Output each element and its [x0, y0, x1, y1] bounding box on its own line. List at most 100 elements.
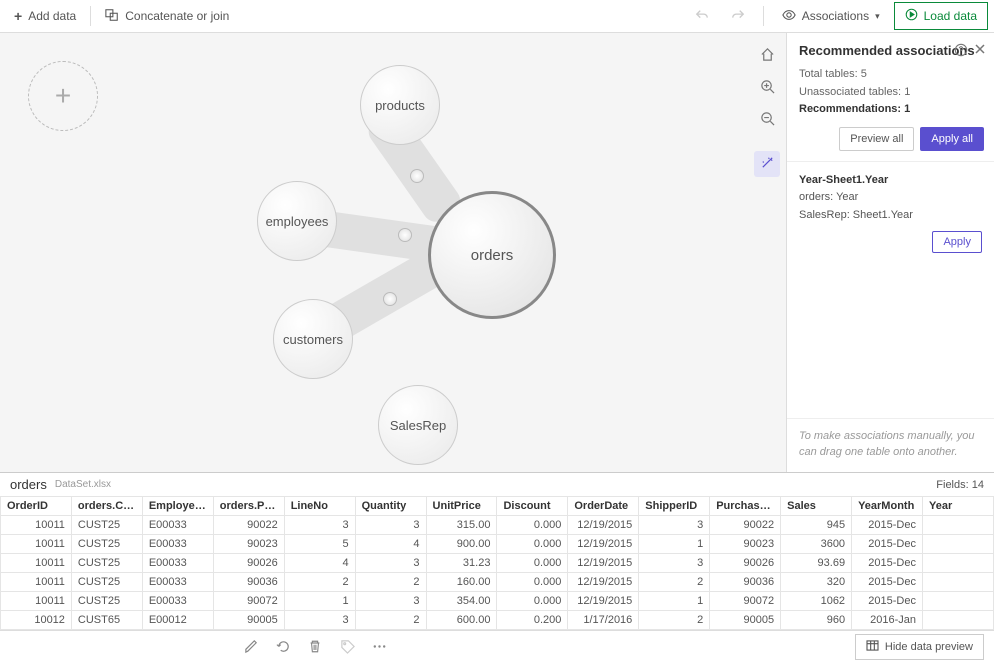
table-cell — [922, 554, 993, 573]
table-row[interactable]: 10012CUST65E000129000532600.000.2001/17/… — [1, 611, 994, 630]
table-cell: CUST25 — [71, 535, 142, 554]
table-cell: 3 — [284, 516, 355, 535]
table-cell: 900.00 — [426, 535, 497, 554]
undo-button[interactable] — [687, 4, 717, 29]
total-tables-value: 5 — [861, 68, 867, 80]
load-data-button[interactable]: Load data — [894, 2, 988, 30]
associations-dropdown[interactable]: Associations ▾ — [774, 3, 888, 30]
add-data-label: Add data — [28, 9, 76, 23]
tag-icon[interactable] — [340, 639, 356, 655]
column-header[interactable]: YearMonth — [852, 497, 923, 516]
add-data-button[interactable]: + Add data — [6, 4, 84, 28]
help-icon[interactable] — [954, 43, 968, 60]
preview-all-button[interactable]: Preview all — [839, 127, 914, 151]
concat-label: Concatenate or join — [125, 9, 229, 23]
column-header[interactable]: ShipperID — [639, 497, 710, 516]
delete-icon[interactable] — [308, 639, 324, 655]
redo-icon — [731, 8, 745, 25]
zoom-in-icon — [760, 79, 775, 97]
plus-icon: + — [14, 8, 22, 24]
table-bubble-salesrep[interactable]: SalesRep — [378, 385, 458, 465]
table-cell: 600.00 — [426, 611, 497, 630]
table-cell: 10011 — [1, 592, 72, 611]
associations-label: Associations — [802, 9, 869, 23]
table-row[interactable]: 10011CUST25E000339002233315.000.00012/19… — [1, 516, 994, 535]
table-row[interactable]: 10011CUST25E000339003622160.000.00012/19… — [1, 573, 994, 592]
table-cell: 3 — [355, 592, 426, 611]
home-view-button[interactable] — [754, 43, 780, 69]
card-line: orders: Year — [799, 189, 982, 207]
table-cell: 4 — [284, 554, 355, 573]
apply-button[interactable]: Apply — [932, 231, 982, 253]
close-icon[interactable] — [974, 43, 986, 58]
table-cell: 90072 — [710, 592, 781, 611]
table-cell: 3 — [639, 554, 710, 573]
zoom-out-button[interactable] — [754, 107, 780, 133]
table-cell: 0.200 — [497, 611, 568, 630]
refresh-icon[interactable] — [276, 639, 292, 655]
column-header[interactable]: Quantity — [355, 497, 426, 516]
column-header[interactable]: Discount — [497, 497, 568, 516]
table-cell: 2015-Dec — [852, 535, 923, 554]
add-table-circle[interactable]: + — [28, 61, 98, 131]
plus-icon: + — [55, 80, 71, 112]
table-cell: CUST25 — [71, 516, 142, 535]
table-cell: E00012 — [142, 611, 213, 630]
table-cell: 12/19/2015 — [568, 535, 639, 554]
table-cell: 2016-Jan — [852, 611, 923, 630]
table-bubble-orders[interactable]: orders — [428, 191, 556, 319]
column-header[interactable]: Year — [922, 497, 993, 516]
hide-preview-button[interactable]: Hide data preview — [855, 634, 984, 660]
table-bubble-products[interactable]: products — [360, 65, 440, 145]
card-title: Year-Sheet1.Year — [799, 172, 982, 190]
table-bubble-employees[interactable]: employees — [257, 181, 337, 261]
concat-icon — [105, 8, 119, 25]
table-cell: 90036 — [710, 573, 781, 592]
table-cell: CUST25 — [71, 554, 142, 573]
table-cell: 12/19/2015 — [568, 573, 639, 592]
apply-all-button[interactable]: Apply all — [920, 127, 984, 151]
table-bubble-customers[interactable]: customers — [273, 299, 353, 379]
column-header[interactable]: PurchasedP… — [710, 497, 781, 516]
table-row[interactable]: 10011CUST25E000339002354900.000.00012/19… — [1, 535, 994, 554]
table-cell: 2 — [639, 573, 710, 592]
table-cell — [922, 611, 993, 630]
zoom-in-button[interactable] — [754, 75, 780, 101]
edit-icon[interactable] — [244, 639, 260, 655]
table-cell: E00033 — [142, 573, 213, 592]
column-header[interactable]: LineNo — [284, 497, 355, 516]
association-canvas[interactable]: + products employees orders customers Sa… — [0, 33, 786, 472]
card-line: SalesRep: Sheet1.Year — [799, 207, 982, 225]
table-cell: 3 — [355, 516, 426, 535]
load-data-label: Load data — [924, 9, 977, 23]
column-header[interactable]: EmployeeKey — [142, 497, 213, 516]
table-cell — [922, 535, 993, 554]
table-cell: 0.000 — [497, 592, 568, 611]
table-cell: 90036 — [213, 573, 284, 592]
redo-button[interactable] — [723, 4, 753, 29]
column-header[interactable]: OrderID — [1, 497, 72, 516]
table-cell: 90026 — [213, 554, 284, 573]
table-row[interactable]: 10011CUST25E00033900264331.230.00012/19/… — [1, 554, 994, 573]
column-header[interactable]: orders.Cust… — [71, 497, 142, 516]
column-header[interactable]: orders.Prod… — [213, 497, 284, 516]
table-cell: 10011 — [1, 535, 72, 554]
table-cell: 90023 — [710, 535, 781, 554]
more-icon[interactable] — [372, 639, 388, 655]
top-toolbar: + Add data Concatenate or join Associati… — [0, 0, 994, 33]
table-cell: 90026 — [710, 554, 781, 573]
recommendation-card[interactable]: Year-Sheet1.Year orders: Year SalesRep: … — [787, 161, 994, 263]
column-header[interactable]: Sales — [781, 497, 852, 516]
table-cell: 960 — [781, 611, 852, 630]
table-cell: 3 — [639, 516, 710, 535]
column-header[interactable]: OrderDate — [568, 497, 639, 516]
table-cell: 31.23 — [426, 554, 497, 573]
column-header[interactable]: UnitPrice — [426, 497, 497, 516]
unassoc-tables-label: Unassociated tables: — [799, 86, 901, 98]
table-cell: CUST65 — [71, 611, 142, 630]
table-cell: 2015-Dec — [852, 592, 923, 611]
concatenate-button[interactable]: Concatenate or join — [97, 4, 237, 29]
preview-source: DataSet.xlsx — [55, 479, 111, 490]
table-row[interactable]: 10011CUST25E000339007213354.000.00012/19… — [1, 592, 994, 611]
magic-wand-button[interactable] — [754, 151, 780, 177]
